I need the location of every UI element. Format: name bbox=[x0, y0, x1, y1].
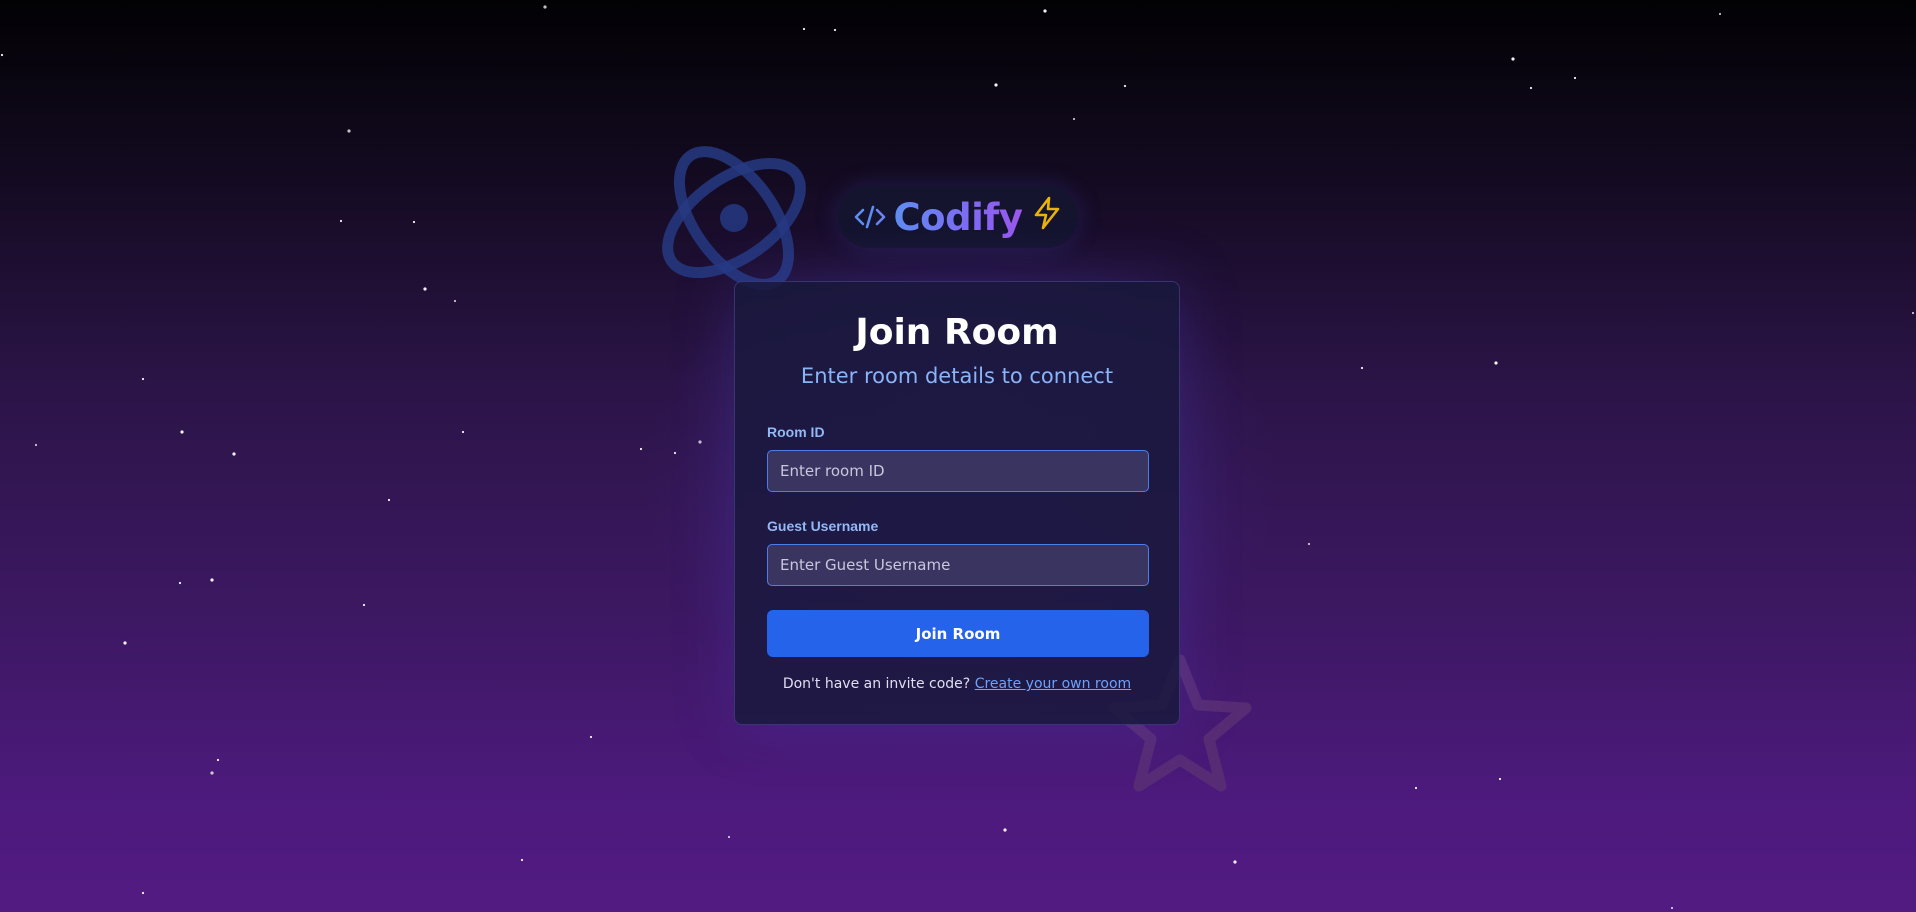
guest-username-input[interactable] bbox=[767, 544, 1149, 586]
star-dot bbox=[387, 498, 391, 502]
codify-logo: Codify bbox=[838, 186, 1078, 248]
create-room-link[interactable]: Create your own room bbox=[975, 676, 1131, 692]
invite-code-prompt: Don't have an invite code? bbox=[782, 676, 971, 692]
star-dot bbox=[727, 835, 731, 839]
star-dot bbox=[833, 28, 837, 32]
star-dot bbox=[141, 891, 145, 895]
star-dot bbox=[1414, 786, 1418, 790]
star-dot bbox=[178, 581, 182, 585]
lightning-bolt-icon bbox=[1035, 196, 1060, 230]
star-dot bbox=[347, 129, 351, 133]
star-dot bbox=[1360, 366, 1364, 370]
guest-username-label: Guest Username bbox=[767, 518, 879, 534]
star-dot bbox=[141, 377, 145, 381]
star-dot bbox=[453, 299, 457, 303]
star-dot bbox=[1670, 906, 1674, 910]
star-dot bbox=[1494, 361, 1498, 365]
star-dot bbox=[232, 452, 236, 456]
card-title: Join Room bbox=[855, 312, 1059, 353]
join-room-card: Join Room Enter room details to connect … bbox=[734, 281, 1180, 725]
star-dot bbox=[1718, 12, 1722, 16]
star-dot bbox=[210, 771, 214, 775]
join-room-button[interactable]: Join Room bbox=[767, 610, 1149, 657]
star-dot bbox=[1307, 542, 1311, 546]
logo-text: Codify bbox=[893, 195, 1023, 239]
star-dot bbox=[1003, 828, 1007, 832]
star-dot bbox=[210, 578, 214, 582]
star-dot bbox=[1573, 76, 1577, 80]
star-dot bbox=[1911, 311, 1915, 315]
star-dot bbox=[339, 219, 343, 223]
star-dot bbox=[1511, 57, 1515, 61]
star-dot bbox=[0, 53, 4, 57]
star-dot bbox=[543, 5, 547, 9]
star-dot bbox=[362, 603, 366, 607]
star-dot bbox=[180, 430, 184, 434]
star-dot bbox=[520, 858, 524, 862]
create-room-prompt: Don't have an invite code? Create your o… bbox=[735, 676, 1179, 692]
star-dot bbox=[1233, 860, 1237, 864]
room-id-input[interactable] bbox=[767, 450, 1149, 492]
star-dot bbox=[802, 27, 806, 31]
star-dot bbox=[1072, 117, 1076, 121]
star-dot bbox=[34, 443, 38, 447]
code-icon bbox=[854, 205, 885, 229]
star-dot bbox=[1123, 84, 1127, 88]
star-dot bbox=[589, 735, 593, 739]
star-dot bbox=[216, 758, 220, 762]
star-dot bbox=[412, 220, 416, 224]
star-dot bbox=[423, 287, 427, 291]
room-id-label: Room ID bbox=[767, 424, 825, 440]
star-dot bbox=[1498, 777, 1502, 781]
atom-icon bbox=[662, 146, 806, 290]
star-dot bbox=[123, 641, 127, 645]
star-dot bbox=[461, 430, 465, 434]
star-dot bbox=[1043, 9, 1047, 13]
star-dot bbox=[1529, 86, 1533, 90]
card-subtitle: Enter room details to connect bbox=[800, 364, 1114, 388]
star-dot bbox=[994, 83, 998, 87]
